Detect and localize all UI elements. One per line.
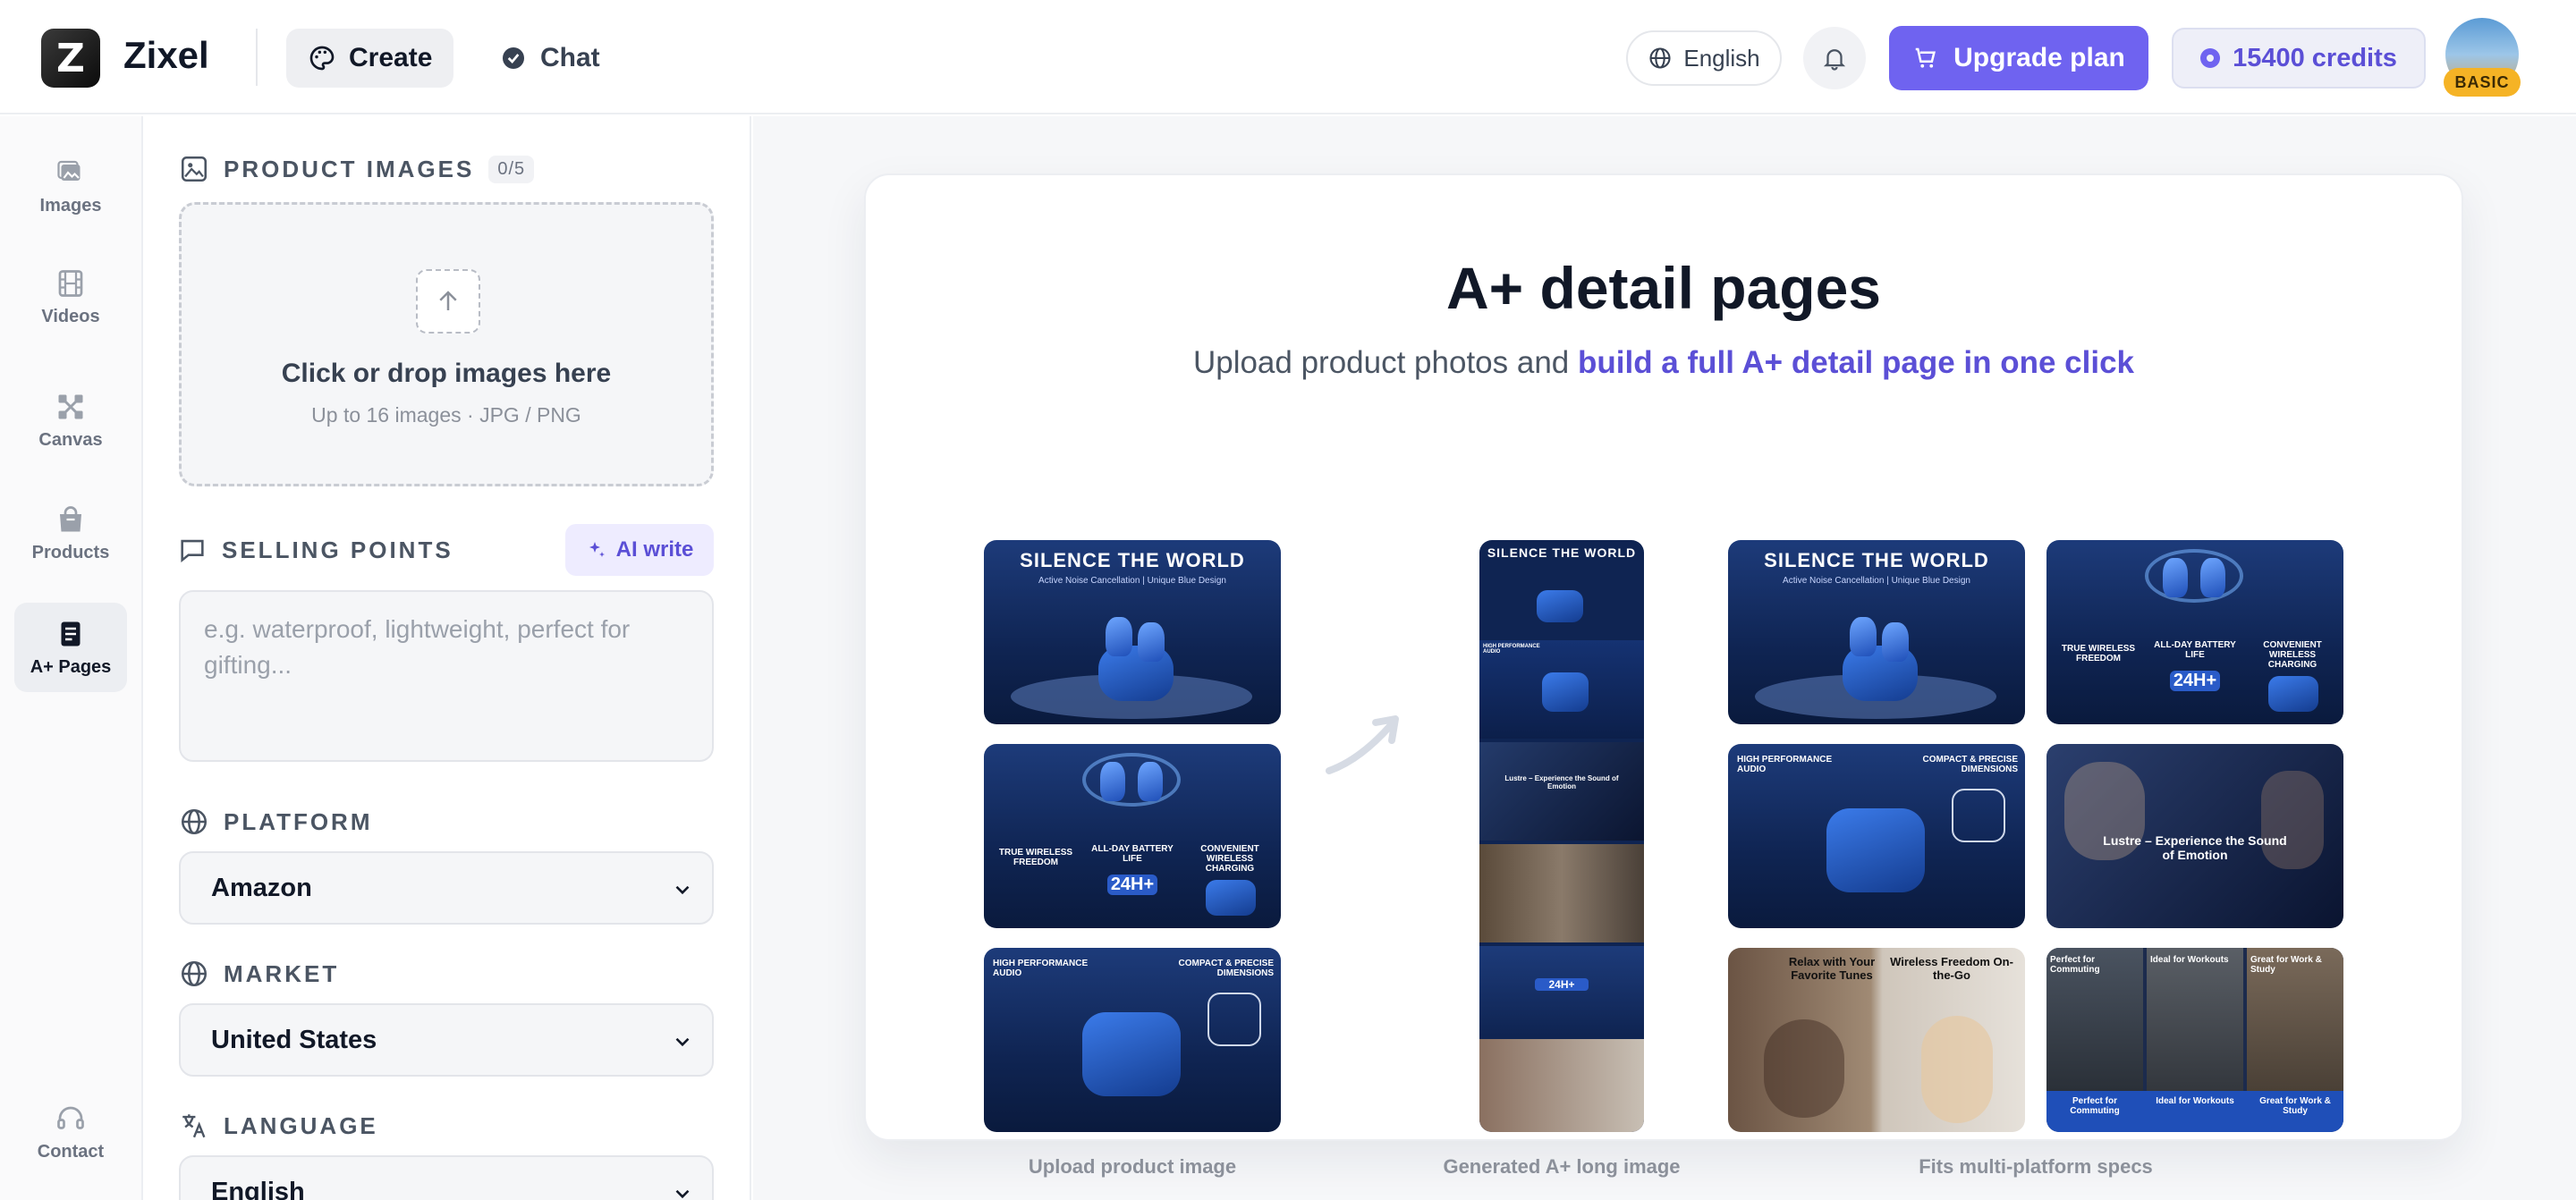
images-icon — [57, 160, 80, 181]
language-label: English — [1683, 44, 1760, 72]
logo-mark[interactable]: Z — [41, 29, 100, 88]
document-icon — [61, 621, 80, 646]
caption-generated: Generated A+ long image — [1443, 1155, 1681, 1178]
comment-icon — [181, 539, 204, 562]
caption-upload: Upload product image — [1028, 1155, 1237, 1178]
chat-bubble-icon — [503, 47, 524, 69]
top-header: Z Zixel Create Chat English Upgrade plan… — [0, 0, 2576, 114]
platform-value: Amazon — [211, 873, 312, 902]
upgrade-plan-button[interactable]: Upgrade plan — [1889, 26, 2148, 90]
film-icon — [58, 269, 83, 297]
market-select[interactable]: United States — [179, 1003, 714, 1077]
chevron-down-icon — [675, 1037, 690, 1047]
ai-write-button[interactable]: AI write — [565, 524, 714, 576]
thumb-headline: SILENCE THE WORLD — [1020, 549, 1245, 571]
globe-icon — [181, 960, 208, 987]
language-select[interactable]: English — [179, 1155, 714, 1200]
dropzone-main-text: Click or drop images here — [281, 359, 612, 388]
tab-create-label: Create — [349, 43, 433, 72]
grid-features-thumb: TRUE WIRELESS FREEDOM ALL-DAY BATTERY LI… — [2046, 540, 2343, 724]
tab-chat[interactable]: Chat — [478, 29, 622, 88]
tab-create[interactable]: Create — [286, 29, 454, 88]
aplus-intro-card: A+ detail pages Upload product photos an… — [864, 173, 2463, 1178]
market-value: United States — [211, 1025, 377, 1054]
rail-item-canvas[interactable]: Canvas — [14, 376, 127, 465]
language-title: LANGUAGE — [224, 1111, 378, 1139]
grid-specs-thumb: HIGH PERFORMANCE AUDIO COMPACT & PRECISE… — [1728, 744, 2025, 928]
credits-label: 15400 credits — [2233, 43, 2397, 72]
language-header: LANGUAGE — [179, 1111, 378, 1141]
globe-icon — [1649, 47, 1671, 69]
subtitle-accent: build a full A+ detail page in one click — [1578, 345, 2135, 380]
rail-label-contact: Contact — [37, 1141, 105, 1162]
product-images-title: PRODUCT IMAGES — [224, 155, 475, 182]
caption-multiplatform: Fits multi-platform specs — [1919, 1155, 2153, 1178]
left-rail: Images Videos Canvas Products A+ Pages C… — [0, 116, 143, 1200]
bell-icon — [1823, 49, 1846, 71]
language-value: English — [211, 1177, 305, 1200]
form-panel: PRODUCT IMAGES 0/5 Click or drop images … — [145, 116, 751, 1200]
sparkle-icon — [589, 542, 605, 557]
logo-letter: Z — [56, 35, 85, 81]
selling-points-title: SELLING POINTS — [222, 536, 453, 563]
brand-name[interactable]: Zixel — [123, 34, 209, 77]
grid-silence-thumb: SILENCE THE WORLD Active Noise Cancellat… — [1728, 540, 2025, 724]
grid-lifestyle-thumb: Relax with Your Favorite Tunes Wireless … — [1728, 948, 2025, 1132]
rail-label-videos: Videos — [41, 306, 100, 326]
selling-points-header: SELLING POINTS — [177, 535, 453, 565]
globe-icon — [181, 808, 208, 835]
product-images-count: 0/5 — [488, 155, 535, 183]
rail-label-canvas: Canvas — [38, 429, 103, 450]
rail-label-aplus-pages: A+ Pages — [30, 656, 112, 677]
rail-item-contact[interactable]: Contact — [14, 1087, 127, 1177]
card-subtitle: Upload product photos and build a full A… — [866, 345, 2462, 381]
platform-header: PLATFORM — [179, 807, 373, 837]
rail-item-videos[interactable]: Videos — [14, 252, 127, 342]
grid-lustre-thumb: Lustre – Experience the Sound of Emotion — [2046, 744, 2343, 928]
platform-select[interactable]: Amazon — [179, 851, 714, 925]
upload-arrow-icon — [416, 269, 480, 334]
grid-usecases-thumb: Perfect for Commuting Ideal for Workouts… — [2046, 948, 2343, 1132]
shopping-bag-icon — [60, 505, 81, 531]
example-features-thumb: TRUE WIRELESS FREEDOM ALL-DAY BATTERY LI… — [984, 744, 1281, 928]
chevron-down-icon — [675, 1189, 690, 1199]
translate-icon — [182, 1114, 206, 1138]
language-switcher[interactable]: English — [1626, 30, 1782, 86]
image-icon — [181, 156, 208, 182]
market-title: MARKET — [224, 959, 340, 987]
rail-item-aplus-pages[interactable]: A+ Pages — [14, 603, 127, 692]
thumb-subline: Active Noise Cancellation | Unique Blue … — [1038, 576, 1226, 586]
product-images-header: PRODUCT IMAGES 0/5 — [179, 154, 535, 184]
coin-icon — [2200, 48, 2221, 68]
platform-title: PLATFORM — [224, 807, 373, 835]
market-header: MARKET — [179, 959, 339, 989]
canvas-nodes-icon — [58, 394, 83, 418]
selling-points-input[interactable]: e.g. waterproof, lightweight, perfect fo… — [179, 590, 714, 762]
curved-arrow-icon — [1326, 715, 1399, 774]
ai-write-label: AI write — [615, 537, 694, 562]
rail-label-products: Products — [31, 542, 110, 562]
main-area: A+ detail pages Upload product photos an… — [753, 116, 2576, 1200]
plan-badge: BASIC — [2444, 68, 2521, 97]
subtitle-plain: Upload product photos and — [1192, 345, 1578, 380]
dropzone-sub-text: Up to 16 images · JPG / PNG — [311, 403, 581, 427]
example-specs-thumb: HIGH PERFORMANCE AUDIO COMPACT & PRECISE… — [984, 948, 1281, 1132]
generated-long-image: SILENCE THE WORLD HIGH PERFORMANCE AUDIO… — [1479, 540, 1644, 1132]
upgrade-label: Upgrade plan — [1953, 43, 2125, 72]
cart-icon — [1915, 47, 1936, 68]
chevron-down-icon — [675, 885, 690, 895]
tab-chat-label: Chat — [540, 43, 600, 72]
header-divider — [256, 29, 258, 86]
headset-icon — [57, 1106, 84, 1129]
image-dropzone[interactable]: Click or drop images here Up to 16 image… — [179, 202, 714, 486]
card-title: A+ detail pages — [1445, 255, 1881, 321]
notifications-button[interactable] — [1803, 27, 1866, 89]
rail-label-images: Images — [39, 195, 102, 215]
example-silence-thumb: SILENCE THE WORLD Active Noise Cancellat… — [984, 540, 1281, 724]
rail-item-images[interactable]: Images — [14, 141, 127, 231]
credits-button[interactable]: 15400 credits — [2172, 28, 2426, 89]
palette-icon — [309, 46, 335, 71]
rail-item-products[interactable]: Products — [14, 488, 127, 578]
